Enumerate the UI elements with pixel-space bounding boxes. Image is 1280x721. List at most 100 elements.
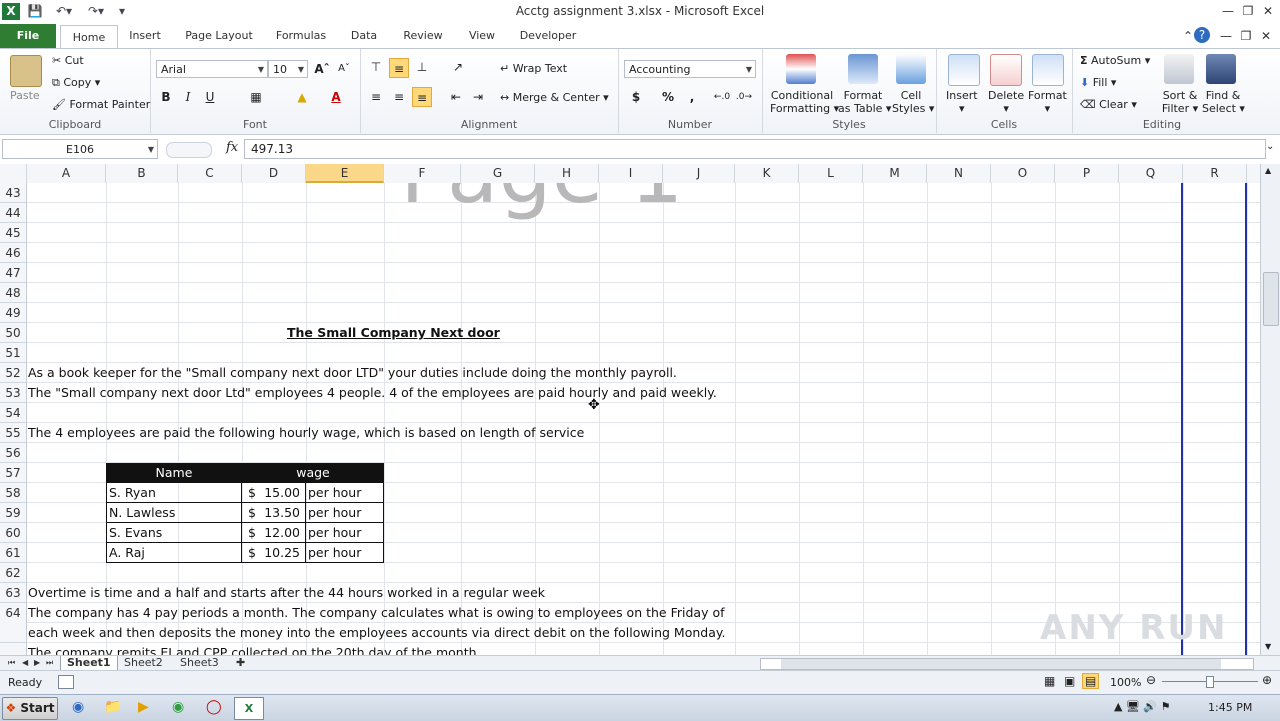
increase-indent-icon[interactable]: ⇥ bbox=[468, 87, 488, 107]
cell-text-row-63[interactable]: Overtime is time and a half and starts a… bbox=[28, 583, 545, 603]
row-header-43[interactable]: 43 bbox=[0, 183, 27, 203]
insert-cells-icon[interactable] bbox=[948, 54, 980, 86]
conditional-formatting-button[interactable]: Conditional Formatting ▾ bbox=[770, 89, 839, 115]
grow-font-button[interactable]: Aˆ bbox=[312, 59, 332, 79]
decrease-decimal-icon[interactable]: .0→ bbox=[734, 87, 754, 107]
help-icon[interactable]: ? bbox=[1194, 27, 1210, 43]
tab-data[interactable]: Data bbox=[344, 24, 384, 48]
column-header-h[interactable]: H bbox=[535, 164, 599, 183]
row-header-60[interactable]: 60 bbox=[0, 523, 27, 543]
sort-filter-icon[interactable] bbox=[1164, 54, 1194, 84]
close-button[interactable]: ✕ bbox=[1258, 2, 1278, 20]
opera-icon[interactable]: ◯ bbox=[206, 699, 222, 715]
row-header-56[interactable]: 56 bbox=[0, 443, 27, 463]
align-right-icon[interactable]: ≡ bbox=[412, 87, 432, 107]
column-header-g[interactable]: G bbox=[461, 164, 535, 183]
row-header-54[interactable]: 54 bbox=[0, 403, 27, 423]
cell-text-row-64-wrap[interactable]: each week and then deposits the money in… bbox=[28, 623, 725, 643]
horizontal-scroll-thumb[interactable] bbox=[781, 659, 1221, 669]
decrease-indent-icon[interactable]: ⇤ bbox=[446, 87, 466, 107]
row-header-61[interactable]: 61 bbox=[0, 543, 27, 563]
chrome-icon[interactable]: ◉ bbox=[172, 699, 184, 715]
align-center-icon[interactable]: ≡ bbox=[389, 87, 409, 107]
currency-button[interactable]: $ bbox=[626, 87, 646, 107]
sheet-title[interactable]: The Small Company Next door bbox=[287, 323, 500, 343]
cell-text-row-64[interactable]: The company has 4 pay periods a month. T… bbox=[28, 603, 725, 623]
column-header-e[interactable]: E bbox=[306, 164, 384, 183]
tab-view[interactable]: View bbox=[462, 24, 502, 48]
row-header-46[interactable]: 46 bbox=[0, 243, 27, 263]
vertical-scroll-thumb[interactable] bbox=[1263, 272, 1279, 326]
insert-function-button[interactable]: fx bbox=[226, 140, 238, 155]
borders-icon[interactable]: ▦ bbox=[246, 87, 266, 107]
row-header-53[interactable]: 53 bbox=[0, 383, 27, 403]
vertical-scrollbar[interactable]: ▲ ▼ bbox=[1260, 164, 1280, 655]
tab-page-layout[interactable]: Page Layout bbox=[180, 24, 258, 48]
wage-row-name[interactable]: S. Evans bbox=[109, 523, 162, 543]
wage-row-amount[interactable]: 12.00 bbox=[254, 523, 300, 543]
row-header-59[interactable]: 59 bbox=[0, 503, 27, 523]
row-header-44[interactable]: 44 bbox=[0, 203, 27, 223]
macro-record-icon[interactable] bbox=[58, 675, 74, 689]
workbook-restore-button[interactable]: ❐ bbox=[1236, 27, 1256, 45]
tray-icons[interactable]: ▲ 🖥 🔊 ⚑ bbox=[1114, 700, 1170, 713]
delete-cells-icon[interactable] bbox=[990, 54, 1022, 86]
column-header-d[interactable]: D bbox=[242, 164, 306, 183]
name-box[interactable]: E106 ▼ bbox=[2, 139, 158, 159]
wrap-text-button[interactable]: ↵ Wrap Text bbox=[500, 62, 567, 75]
paste-button[interactable]: Paste bbox=[10, 89, 40, 102]
find-select-button[interactable]: Find & Select ▾ bbox=[1202, 89, 1245, 115]
scroll-down-icon[interactable]: ▼ bbox=[1265, 642, 1271, 651]
column-header-n[interactable]: N bbox=[927, 164, 991, 183]
align-middle-icon[interactable]: ≡ bbox=[389, 58, 409, 78]
page-layout-view-icon[interactable]: ▣ bbox=[1064, 674, 1075, 688]
align-bottom-icon[interactable]: ⊥ bbox=[412, 57, 432, 77]
row-header-48[interactable]: 48 bbox=[0, 283, 27, 303]
cut-button[interactable]: ✂ Cut bbox=[52, 54, 84, 67]
wage-row-unit[interactable]: per hour bbox=[308, 523, 361, 543]
row-header-52[interactable]: 52 bbox=[0, 363, 27, 383]
column-header-i[interactable]: I bbox=[599, 164, 663, 183]
insert-sheet-icon[interactable]: ✚ bbox=[230, 656, 251, 670]
folder-icon[interactable]: 📁 bbox=[104, 699, 121, 715]
row-header-45[interactable]: 45 bbox=[0, 223, 27, 243]
formula-bar-expander[interactable] bbox=[166, 142, 212, 158]
merge-center-button[interactable]: ↔ Merge & Center ▾ bbox=[500, 91, 609, 104]
column-header-j[interactable]: J bbox=[663, 164, 735, 183]
font-color-icon[interactable]: A bbox=[326, 87, 346, 107]
wage-row-amount[interactable]: 15.00 bbox=[254, 483, 300, 503]
cell-text-row-55[interactable]: The 4 employees are paid the following h… bbox=[28, 423, 584, 443]
zoom-out-icon[interactable]: ⊖ bbox=[1146, 673, 1156, 687]
shrink-font-button[interactable]: Aˇ bbox=[334, 59, 354, 79]
column-header-c[interactable]: C bbox=[178, 164, 242, 183]
column-header-r[interactable]: R bbox=[1183, 164, 1247, 183]
zoom-level[interactable]: 100% bbox=[1110, 676, 1141, 689]
workbook-minimize-button[interactable]: — bbox=[1216, 27, 1236, 45]
tab-review[interactable]: Review bbox=[398, 24, 448, 48]
format-cells-button[interactable]: Format ▾ bbox=[1028, 89, 1067, 115]
format-as-table-icon[interactable] bbox=[848, 54, 878, 84]
conditional-formatting-icon[interactable] bbox=[786, 54, 816, 84]
zoom-slider-thumb[interactable] bbox=[1206, 676, 1214, 688]
row-header-65[interactable] bbox=[0, 643, 27, 655]
align-left-icon[interactable]: ≡ bbox=[366, 87, 386, 107]
row-header-51[interactable]: 51 bbox=[0, 343, 27, 363]
align-top-icon[interactable]: ⊤ bbox=[366, 57, 386, 77]
sort-filter-button[interactable]: Sort & Filter ▾ bbox=[1160, 89, 1200, 115]
row-header-64[interactable]: 64 bbox=[0, 603, 27, 643]
cell-styles-button[interactable]: Cell Styles ▾ bbox=[892, 89, 934, 115]
wage-row-name[interactable]: N. Lawless bbox=[109, 503, 175, 523]
paste-icon[interactable] bbox=[10, 55, 42, 87]
increase-decimal-icon[interactable]: ←.0 bbox=[712, 87, 732, 107]
column-header-q[interactable]: Q bbox=[1119, 164, 1183, 183]
tab-insert[interactable]: Insert bbox=[122, 24, 168, 48]
font-size-select[interactable]: 10 ▼ bbox=[268, 60, 308, 78]
workbook-close-button[interactable]: ✕ bbox=[1256, 27, 1276, 45]
row-header-62[interactable]: 62 bbox=[0, 563, 27, 583]
tab-home[interactable]: Home bbox=[60, 25, 118, 49]
row-header-57[interactable]: 57 bbox=[0, 463, 27, 483]
orientation-icon[interactable]: ↗ bbox=[448, 57, 468, 77]
clear-button[interactable]: ⌫ Clear ▾ bbox=[1080, 98, 1137, 111]
tab-file[interactable]: File bbox=[0, 24, 56, 48]
media-player-icon[interactable]: ▶ bbox=[138, 699, 149, 715]
